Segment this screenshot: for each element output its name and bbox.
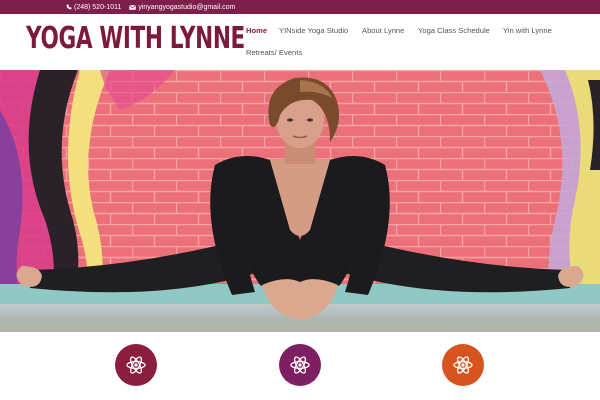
nav-item-yinside-studio[interactable]: YINside Yoga Studio bbox=[279, 26, 348, 35]
envelope-icon bbox=[129, 4, 137, 10]
phone-contact[interactable]: (248) 520-1011 bbox=[66, 4, 121, 11]
nav-item-class-schedule[interactable]: Yoga Class Schedule bbox=[418, 26, 490, 35]
nav-item-about-lynne[interactable]: About Lynne bbox=[362, 26, 404, 35]
email-contact[interactable]: yinyangyogastudio@gmail.com bbox=[129, 4, 235, 11]
hero-image bbox=[0, 70, 600, 332]
top-contact-bar: (248) 520-1011 yinyangyogastudio@gmail.c… bbox=[0, 0, 600, 14]
feature-1[interactable] bbox=[115, 344, 157, 386]
features-section bbox=[0, 332, 600, 400]
email-address: yinyangyogastudio@gmail.com bbox=[138, 3, 236, 11]
site-logo[interactable]: YOGA WITH LYNNE bbox=[26, 24, 245, 54]
site-header: YOGA WITH LYNNE Home YINside Yoga Studio… bbox=[0, 14, 600, 70]
hero-yoga-photo bbox=[0, 70, 600, 332]
nav-item-yin-with-lynne[interactable]: Yin with Lynne bbox=[503, 26, 552, 35]
nav-item-retreats-events[interactable]: Retreats/ Events bbox=[246, 48, 302, 57]
feature-3[interactable] bbox=[442, 344, 484, 386]
phone-number: (248) 520-1011 bbox=[74, 3, 122, 11]
atom-icon bbox=[453, 356, 473, 374]
feature-2[interactable] bbox=[279, 344, 321, 386]
atom-icon bbox=[290, 356, 310, 374]
phone-icon bbox=[66, 4, 72, 10]
nav-item-home[interactable]: Home bbox=[246, 26, 267, 35]
atom-icon bbox=[126, 356, 146, 374]
